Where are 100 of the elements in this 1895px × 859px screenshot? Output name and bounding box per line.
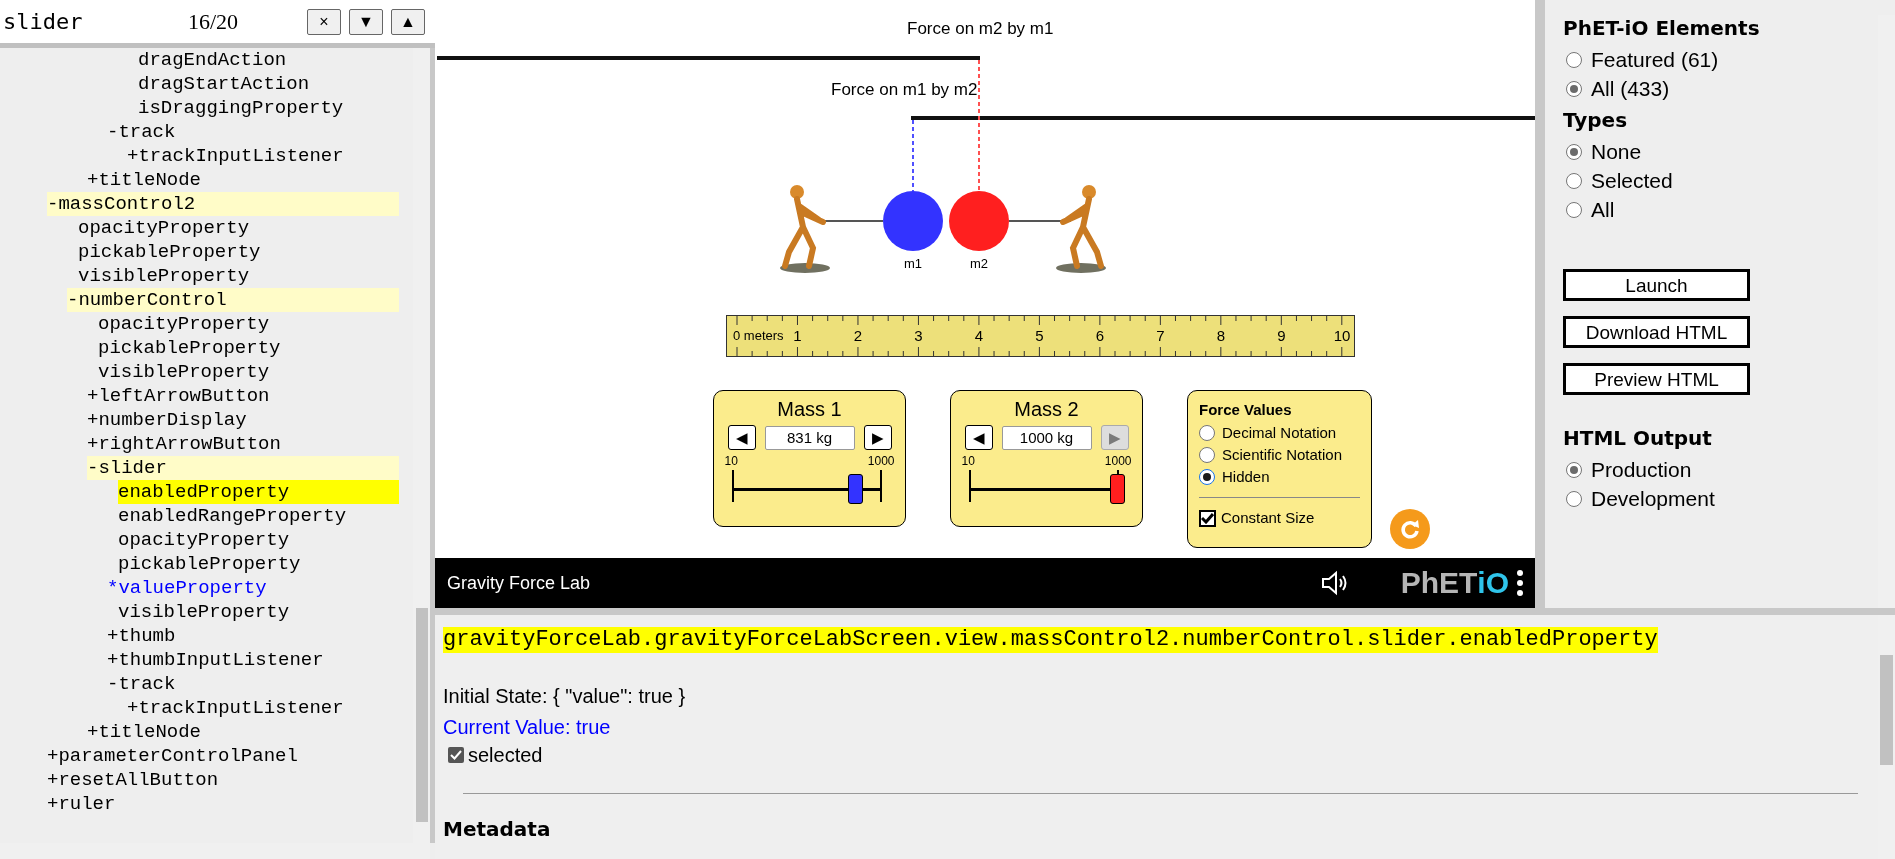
arrow-button[interactable]: ◀ bbox=[727, 425, 756, 450]
checkbox-label: Constant Size bbox=[1221, 508, 1315, 528]
mass-label: m2 bbox=[970, 255, 989, 273]
tree-item[interactable]: visibleProperty bbox=[78, 264, 399, 288]
ruler-label: 5 bbox=[1035, 327, 1044, 345]
tree-item[interactable]: +ruler bbox=[47, 792, 399, 816]
radio-button[interactable] bbox=[1566, 172, 1582, 189]
radio-button[interactable] bbox=[1199, 425, 1215, 441]
tree-item[interactable]: +numberDisplay bbox=[87, 408, 399, 432]
tree-item[interactable]: -track bbox=[107, 120, 399, 144]
search-nav-button[interactable]: ▼ bbox=[349, 8, 383, 35]
tree-item[interactable]: enabledRangeProperty bbox=[118, 504, 399, 528]
radio-button[interactable] bbox=[1566, 143, 1582, 160]
radio-button[interactable] bbox=[1566, 201, 1582, 218]
tree-item[interactable]: -slider bbox=[87, 456, 399, 480]
tree-item[interactable]: -massControl2 bbox=[47, 192, 399, 216]
current-value-text: Current Value: true bbox=[443, 715, 611, 740]
tree-item[interactable]: +parameterControlPanel bbox=[47, 744, 399, 768]
ruler[interactable]: 0 meters 1 2 3 4 5 6 7 8 9 10 bbox=[726, 315, 1355, 357]
tree-item[interactable]: *valueProperty bbox=[107, 576, 399, 600]
tree-item[interactable]: visibleProperty bbox=[118, 600, 399, 624]
initial-state-text: Initial State: { "value": true } bbox=[443, 684, 686, 709]
radio-button[interactable] bbox=[1199, 447, 1215, 463]
radio-label: All bbox=[1591, 196, 1615, 223]
max-label: 1000 bbox=[1104, 454, 1132, 468]
ruler-label: 10 bbox=[1333, 327, 1351, 345]
radio-button[interactable] bbox=[1199, 469, 1215, 485]
section-heading: Metadata bbox=[443, 816, 551, 843]
checkmark-icon bbox=[1201, 512, 1214, 524]
tree-item[interactable]: opacityProperty bbox=[78, 216, 399, 240]
tree-item[interactable]: +thumb bbox=[107, 624, 399, 648]
arrow-button[interactable]: ▶ bbox=[863, 425, 892, 450]
radio-label: Scientific Notation bbox=[1222, 444, 1343, 465]
search-nav-button[interactable]: ▲ bbox=[391, 8, 425, 35]
radio-label: Featured (61) bbox=[1591, 46, 1719, 73]
tree-item[interactable]: dragStartAction bbox=[138, 72, 399, 96]
action-button[interactable]: Launch bbox=[1563, 269, 1750, 301]
tree-item[interactable]: dragEndAction bbox=[138, 48, 399, 72]
tree-item[interactable]: opacityProperty bbox=[98, 312, 399, 336]
ruler-label: 2 bbox=[853, 327, 863, 345]
scrollbar-thumb[interactable] bbox=[416, 608, 428, 822]
checkbox-label: selected bbox=[468, 743, 543, 768]
section-heading: HTML Output bbox=[1563, 425, 1713, 451]
logo-text: iO bbox=[1477, 568, 1509, 598]
max-label: 1000 bbox=[867, 454, 895, 468]
ruler-label: 8 bbox=[1216, 327, 1226, 345]
tree-item[interactable]: +resetAllButton bbox=[47, 768, 399, 792]
radio-button[interactable] bbox=[1566, 490, 1582, 507]
radio-button[interactable] bbox=[1566, 51, 1582, 68]
min-label: 10 bbox=[961, 454, 975, 468]
mass-label: m1 bbox=[904, 255, 923, 273]
tree-item[interactable]: +thumbInputListener bbox=[107, 648, 399, 672]
tree-item[interactable]: enabledProperty bbox=[118, 480, 399, 504]
radio-label: Selected bbox=[1591, 167, 1673, 194]
tree-item[interactable]: -numberControl bbox=[67, 288, 399, 312]
slider-thumb[interactable] bbox=[1109, 474, 1125, 504]
ruler-label: 3 bbox=[914, 327, 923, 345]
tree-item[interactable]: -track bbox=[107, 672, 399, 696]
reset-button[interactable] bbox=[1390, 509, 1430, 549]
reset-icon bbox=[1398, 517, 1422, 541]
panel-title: Mass 2 bbox=[1014, 397, 1079, 422]
tree-item[interactable]: +titleNode bbox=[87, 168, 399, 192]
tree-item[interactable]: +leftArrowButton bbox=[87, 384, 399, 408]
sim-title: Gravity Force Lab bbox=[447, 571, 591, 595]
radio-label: Hidden bbox=[1222, 466, 1270, 487]
mass-sphere[interactable] bbox=[883, 191, 943, 251]
ruler-label: 9 bbox=[1277, 327, 1286, 345]
radio-button[interactable] bbox=[1566, 80, 1582, 97]
tree-item[interactable]: +trackInputListener bbox=[127, 144, 399, 168]
radio-label: None bbox=[1591, 138, 1642, 165]
phetio-logo[interactable]: PhETiO bbox=[1400, 568, 1509, 598]
scrollbar-thumb[interactable] bbox=[1880, 655, 1893, 765]
tree-item[interactable]: pickableProperty bbox=[118, 552, 399, 576]
radio-button[interactable] bbox=[1566, 461, 1582, 478]
value-display: 1000 kg bbox=[1001, 425, 1092, 450]
action-button[interactable]: Preview HTML bbox=[1563, 363, 1750, 395]
tree-item[interactable]: visibleProperty bbox=[98, 360, 399, 384]
action-button[interactable]: Download HTML bbox=[1563, 316, 1750, 348]
phetio-id: gravityForceLab.gravityForceLabScreen.view.massControl2.numberControl.slider.enabledProperty bbox=[443, 627, 1658, 653]
tree-item[interactable]: +trackInputListener bbox=[127, 696, 399, 720]
force-label: Force on m1 by m2 bbox=[831, 79, 978, 101]
tree-item[interactable]: +rightArrowButton bbox=[87, 432, 399, 456]
radio-label: Production bbox=[1591, 456, 1692, 483]
tree-item[interactable]: isDraggingProperty bbox=[138, 96, 399, 120]
menu-icon[interactable] bbox=[1517, 570, 1523, 596]
ruler-label: 1 bbox=[793, 327, 802, 345]
checkbox[interactable] bbox=[1199, 509, 1216, 527]
value-display: 831 kg bbox=[764, 425, 855, 450]
mass-sphere[interactable] bbox=[949, 191, 1009, 251]
radio-label: Development bbox=[1591, 485, 1715, 512]
tree-item[interactable]: pickableProperty bbox=[98, 336, 399, 360]
tree-item[interactable]: opacityProperty bbox=[118, 528, 399, 552]
tree-item[interactable]: pickableProperty bbox=[78, 240, 399, 264]
arrow-button[interactable]: ◀ bbox=[964, 425, 993, 450]
search-nav-button[interactable]: × bbox=[307, 8, 341, 35]
checkbox[interactable] bbox=[448, 747, 464, 763]
radio-label: Decimal Notation bbox=[1222, 422, 1337, 443]
slider-thumb[interactable] bbox=[847, 474, 863, 504]
checkmark-icon bbox=[450, 750, 462, 760]
tree-item[interactable]: +titleNode bbox=[87, 720, 399, 744]
